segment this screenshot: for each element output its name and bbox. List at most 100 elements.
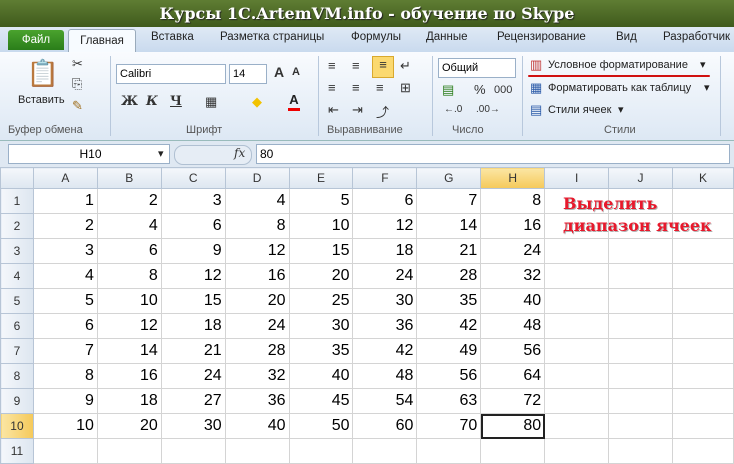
cell[interactable]: 35 [288, 338, 354, 364]
cell[interactable]: 8 [32, 363, 98, 389]
insert-function-button[interactable]: fx [234, 146, 245, 160]
cell-styles-icon[interactable]: ▤ [530, 102, 542, 118]
align-bottom-icon[interactable]: ≡ [372, 56, 394, 78]
cell[interactable] [608, 238, 673, 264]
cell[interactable] [544, 313, 610, 339]
font-color-icon[interactable]: A [288, 92, 300, 111]
cell[interactable] [671, 388, 734, 414]
cell[interactable]: 56 [416, 363, 482, 389]
column-header[interactable]: J [608, 167, 673, 189]
increase-decimal-icon[interactable]: ←.0 [444, 104, 462, 115]
cell[interactable] [96, 438, 162, 464]
bold-button[interactable]: Ж [121, 94, 138, 109]
cell[interactable]: 10 [96, 288, 162, 314]
tab-data[interactable]: Данные [426, 31, 468, 43]
cell[interactable] [671, 238, 734, 264]
cell[interactable] [544, 238, 610, 264]
cell[interactable]: 15 [288, 238, 354, 264]
cell[interactable]: 42 [416, 313, 482, 339]
cell[interactable] [671, 338, 734, 364]
fill-color-icon[interactable]: ◆ [252, 94, 262, 110]
row-header[interactable]: 2 [0, 213, 34, 239]
cell[interactable]: 2 [32, 213, 98, 239]
thousands-button[interactable]: 000 [494, 84, 512, 96]
underline-button[interactable]: Ч [170, 94, 182, 109]
cell[interactable]: 12 [160, 263, 226, 289]
tab-home[interactable]: Главная [68, 29, 136, 53]
row-header[interactable]: 11 [0, 438, 34, 464]
merge-cells-icon[interactable]: ⊞ [400, 80, 411, 96]
align-right-icon[interactable]: ≡ [376, 80, 384, 95]
cell[interactable] [671, 288, 734, 314]
copy-icon[interactable]: ⎘ [72, 76, 82, 92]
cell[interactable] [608, 313, 673, 339]
cell[interactable]: 40 [288, 363, 354, 389]
cell[interactable]: 42 [352, 338, 418, 364]
cell[interactable]: 24 [352, 263, 418, 289]
cell[interactable]: 7 [416, 188, 482, 214]
cell[interactable]: 21 [416, 238, 482, 264]
column-header[interactable]: I [544, 167, 610, 189]
align-center-icon[interactable]: ≡ [352, 80, 360, 95]
cell[interactable]: 70 [416, 413, 482, 439]
cell[interactable] [160, 438, 226, 464]
tab-file[interactable]: Файл [8, 30, 64, 50]
cell[interactable]: 24 [480, 238, 546, 264]
column-header[interactable]: D [224, 167, 290, 189]
tab-developer[interactable]: Разработчик [663, 31, 730, 43]
cell[interactable]: 21 [160, 338, 226, 364]
cell[interactable]: 49 [416, 338, 482, 364]
cell[interactable]: 56 [480, 338, 546, 364]
cell[interactable]: 9 [32, 388, 98, 414]
cell[interactable]: 30 [288, 313, 354, 339]
wrap-text-icon[interactable]: ↵ [400, 58, 411, 74]
cell[interactable]: 10 [288, 213, 354, 239]
column-header[interactable]: C [160, 167, 226, 189]
cell[interactable] [671, 263, 734, 289]
cell[interactable]: 30 [160, 413, 226, 439]
tab-insert[interactable]: Вставка [151, 31, 194, 43]
cell[interactable]: 5 [288, 188, 354, 214]
cell[interactable] [416, 438, 482, 464]
format-painter-icon[interactable]: ✎ [72, 98, 83, 114]
cell[interactable] [352, 438, 418, 464]
cell[interactable]: 4 [32, 263, 98, 289]
cell[interactable]: 32 [480, 263, 546, 289]
cell[interactable]: 60 [352, 413, 418, 439]
cell[interactable]: 20 [288, 263, 354, 289]
cell[interactable]: 54 [352, 388, 418, 414]
cell[interactable]: 40 [480, 288, 546, 314]
cell[interactable] [480, 438, 546, 464]
cell[interactable] [608, 413, 673, 439]
tab-formulas[interactable]: Формулы [351, 31, 401, 43]
cell[interactable]: 25 [288, 288, 354, 314]
cell[interactable]: 30 [352, 288, 418, 314]
align-top-icon[interactable]: ≡ [328, 58, 336, 73]
orientation-icon[interactable]: ⤴ [376, 102, 389, 121]
cell[interactable] [544, 363, 610, 389]
column-header[interactable]: E [288, 167, 354, 189]
cell[interactable]: 12 [224, 238, 290, 264]
conditional-formatting-button[interactable]: Условное форматирование [548, 59, 688, 71]
percent-button[interactable]: % [474, 82, 486, 97]
cell[interactable]: 72 [480, 388, 546, 414]
cell[interactable] [32, 438, 98, 464]
row-header[interactable]: 10 [0, 413, 34, 439]
cell[interactable] [544, 338, 610, 364]
cell[interactable]: 8 [96, 263, 162, 289]
cell[interactable] [544, 388, 610, 414]
row-header[interactable]: 3 [0, 238, 34, 264]
cell[interactable] [544, 288, 610, 314]
cell[interactable] [288, 438, 354, 464]
cell[interactable]: 24 [160, 363, 226, 389]
cell[interactable]: 28 [416, 263, 482, 289]
row-header[interactable]: 6 [0, 313, 34, 339]
column-header[interactable]: G [416, 167, 482, 189]
cell[interactable]: 2 [96, 188, 162, 214]
cell[interactable] [608, 338, 673, 364]
format-as-table-button[interactable]: Форматировать как таблицу [548, 82, 691, 94]
cell[interactable]: 63 [416, 388, 482, 414]
cell[interactable] [608, 438, 673, 464]
cell[interactable]: 48 [480, 313, 546, 339]
format-as-table-icon[interactable]: ▦ [530, 80, 542, 96]
